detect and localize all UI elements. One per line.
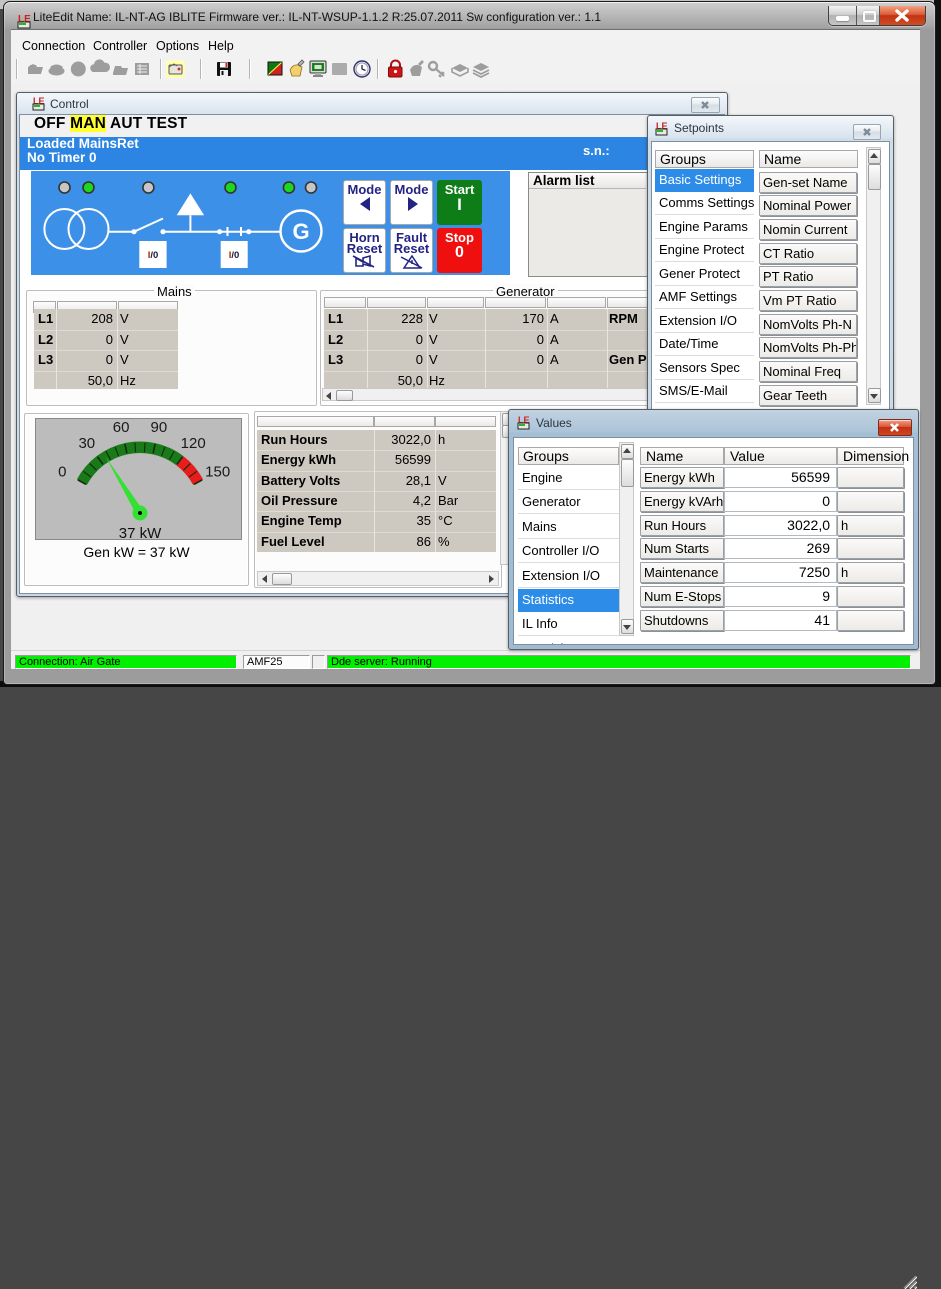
svg-text:30: 30: [78, 435, 95, 452]
svg-text:0: 0: [58, 464, 66, 481]
svg-text:90: 90: [151, 419, 168, 436]
svg-text:37 kW: 37 kW: [119, 525, 162, 540]
svg-text:150: 150: [205, 464, 230, 481]
svg-text:120: 120: [181, 435, 206, 452]
svg-text:G: G: [292, 219, 309, 244]
svg-text:60: 60: [113, 419, 130, 436]
svg-text:I/0: I/0: [229, 250, 240, 261]
svg-text:I/0: I/0: [148, 250, 159, 261]
